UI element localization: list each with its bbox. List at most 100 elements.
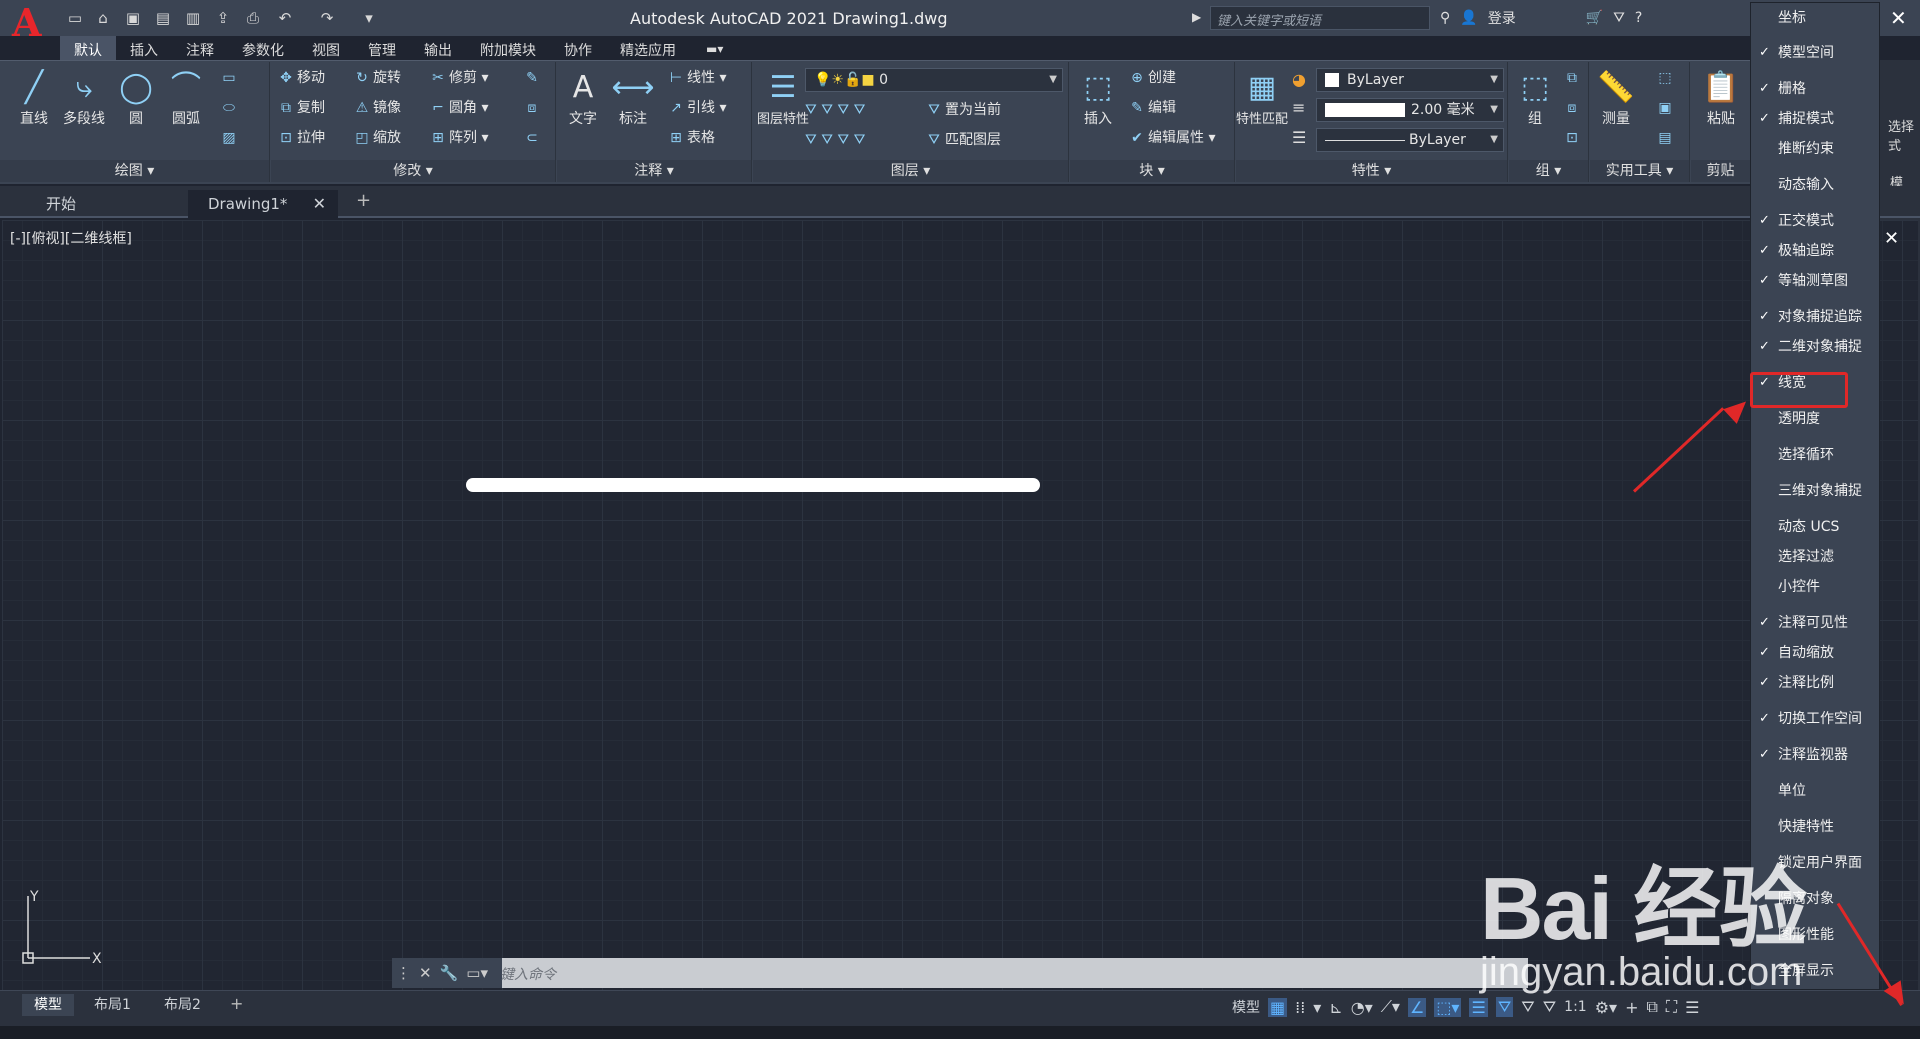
user-icon[interactable]: 👤 <box>1460 10 1477 26</box>
menu-item[interactable]: 推断约束 <box>1750 135 1880 163</box>
tab-drawing1[interactable]: Drawing1* ✕ <box>188 190 338 218</box>
web-save-icon[interactable]: ▥ <box>184 9 202 27</box>
chevron-down-icon[interactable]: ▾ <box>1313 998 1321 1017</box>
autodesk-a360-icon[interactable]: ⛛ <box>1613 10 1625 26</box>
search-icon[interactable]: ⚲ <box>1440 10 1450 26</box>
hatch-tool[interactable]: ▨ <box>218 126 240 150</box>
layer-dropdown[interactable]: 💡☀🔓■ 0 ▼ <box>805 68 1063 92</box>
edit-attributes-tool[interactable]: ✔ 编辑属性 ▾ <box>1126 126 1215 150</box>
menu-item[interactable]: ✓ 注释可见性 <box>1750 609 1880 637</box>
menu-item[interactable]: ✓ 切换工作空间 <box>1750 705 1880 733</box>
ribbon-minimize-icon[interactable]: ▬▾ <box>706 42 723 56</box>
dimension-tool[interactable]: ⟷ 标注 <box>607 68 659 128</box>
match-layer-tool[interactable]: ⛛ 匹配图层 <box>923 128 1001 152</box>
draw-panel-label[interactable]: 绘图 ▾ <box>0 160 269 182</box>
object-snap-tracking-icon[interactable]: ∠ <box>1407 997 1427 1017</box>
trim-tool[interactable]: ✂ 修剪 ▾ <box>427 66 488 90</box>
drawn-thick-line[interactable] <box>466 478 1040 492</box>
layers-panel-label[interactable]: 图层 ▾ <box>753 160 1068 182</box>
move-tool[interactable]: ✥ 移动 <box>275 66 325 90</box>
wrench-icon[interactable]: 🔧 <box>440 964 459 982</box>
share-icon[interactable]: ⇪ <box>214 9 232 27</box>
fillet-tool[interactable]: ⌐ 圆角 ▾ <box>427 96 488 120</box>
menu-item[interactable]: 动态输入 <box>1750 171 1880 199</box>
undo-icon[interactable]: ↶ <box>276 9 294 27</box>
cart-icon[interactable]: 🛒 <box>1586 10 1603 26</box>
grid-icon[interactable]: ▦ <box>1268 997 1288 1017</box>
polar-icon[interactable]: ◔▾ <box>1351 998 1373 1017</box>
annotation-panel-label[interactable]: 注释 ▾ <box>557 160 751 182</box>
lineweight-dropdown[interactable]: 2.00 毫米 ▼ <box>1316 98 1504 122</box>
insert-tool[interactable]: ⬚ 插入 <box>1072 68 1124 128</box>
ungroup-tool[interactable]: ⧉ <box>1561 66 1583 90</box>
menu-item[interactable]: ✓ 模型空间 <box>1750 39 1880 67</box>
rectangle-tool[interactable]: ▭ <box>218 66 240 90</box>
redo-icon[interactable]: ↷ <box>318 9 336 27</box>
linetype-dropdown[interactable]: ByLayer ▼ <box>1316 128 1504 152</box>
menu-item[interactable]: ✓ 二维对象捕捉 <box>1750 333 1880 361</box>
login-button[interactable]: 登录 <box>1488 8 1516 28</box>
autocad-logo[interactable]: A <box>12 4 50 42</box>
menu-item[interactable]: 透明度 <box>1750 405 1880 433</box>
offset-tool[interactable]: ⊂ <box>521 126 543 150</box>
circle-tool[interactable]: ◯ 圆 <box>110 68 162 128</box>
edit-block-tool[interactable]: ✎ 编辑 <box>1126 96 1176 120</box>
snap-icon[interactable]: ⁞⁞ <box>1295 998 1305 1017</box>
mirror-tool[interactable]: ⚠ 镜像 <box>351 96 401 120</box>
layer-properties-tool[interactable]: ☰ 图层特性 <box>757 68 809 127</box>
erase-tool[interactable]: ✎ <box>521 66 543 90</box>
ribbon-tab[interactable]: 精选应用 <box>606 36 690 60</box>
ribbon-tab[interactable]: 协作 <box>550 36 606 60</box>
ortho-icon[interactable]: ⊾ <box>1329 998 1342 1017</box>
layer-tools-row1[interactable]: ⛛ ⛛ ⛛ ⛛ <box>805 98 865 122</box>
array-tool[interactable]: ⊞ 阵列 ▾ <box>427 126 488 150</box>
tab-layout1[interactable]: 布局1 <box>82 994 143 1016</box>
menu-item[interactable]: ✓ 对象捕捉追踪 <box>1750 303 1880 331</box>
add-layout-icon[interactable]: + <box>230 994 243 1013</box>
ribbon-tab[interactable]: 管理 <box>354 36 410 60</box>
grip-icon[interactable]: ⋮ <box>396 964 411 982</box>
arc-tool[interactable]: ⌒ 圆弧 <box>160 68 212 128</box>
create-block-tool[interactable]: ⊕ 创建 <box>1126 66 1176 90</box>
command-input[interactable]: 键入命令 <box>500 964 556 984</box>
menu-item[interactable]: ✓ 等轴测草图 <box>1750 267 1880 295</box>
measure-tool[interactable]: 📏 测量 <box>1590 68 1642 128</box>
group-select-tool[interactable]: ⊡ <box>1561 126 1583 150</box>
menu-item[interactable]: 选择过滤 <box>1750 543 1880 571</box>
menu-item[interactable]: 动态 UCS <box>1750 513 1880 541</box>
scale-tool[interactable]: ◰ 缩放 <box>351 126 401 150</box>
rotate-tool[interactable]: ↻ 旋转 <box>351 66 401 90</box>
object-snap-icon[interactable]: ⬚▾ <box>1434 997 1462 1017</box>
clipboard-panel-label[interactable]: 剪贴 <box>1691 160 1750 182</box>
tab-layout2[interactable]: 布局2 <box>152 994 213 1016</box>
ribbon-tab[interactable]: 附加模块 <box>466 36 550 60</box>
model-space-button[interactable]: 模型 <box>1232 997 1260 1017</box>
text-tool[interactable]: A 文字 <box>557 68 609 128</box>
color-dropdown[interactable]: ByLayer ▼ <box>1316 68 1504 92</box>
close-icon[interactable]: ✕ <box>419 964 432 982</box>
new-tab-icon[interactable]: + <box>356 190 371 211</box>
leader-tool[interactable]: ↗ 引线 ▾ <box>665 96 726 120</box>
ribbon-tab[interactable]: 视图 <box>298 36 354 60</box>
search-input[interactable]: 键入关键字或短语 <box>1210 6 1430 30</box>
chevron-right-icon[interactable]: ▶ <box>1192 10 1201 24</box>
menu-item[interactable]: 三维对象捕捉 <box>1750 477 1880 505</box>
viewport-controls[interactable]: [-][俯视][二维线框] <box>10 228 132 248</box>
close-tab-icon[interactable]: ✕ <box>313 190 326 218</box>
utilities-panel-label[interactable]: 实用工具 ▾ <box>1590 160 1689 182</box>
ellipse-tool[interactable]: ⬭ <box>218 96 240 120</box>
customize-quick-access-icon[interactable]: ▾ <box>360 9 378 27</box>
block-panel-label[interactable]: 块 ▾ <box>1070 160 1234 182</box>
menu-item[interactable]: 小控件 <box>1750 573 1880 601</box>
command-line[interactable] <box>392 958 1528 988</box>
tab-model[interactable]: 模型 <box>22 994 74 1016</box>
menu-item[interactable]: ✓ 栅格 <box>1750 75 1880 103</box>
print-icon[interactable]: ⎙ <box>244 9 262 27</box>
help-icon[interactable]: ? <box>1635 10 1642 26</box>
menu-item[interactable]: 选择循环 <box>1750 441 1880 469</box>
linear-tool[interactable]: ⊢ 线性 ▾ <box>665 66 727 90</box>
save-as-icon[interactable]: ▤ <box>154 9 172 27</box>
table-tool[interactable]: ⊞ 表格 <box>665 126 715 150</box>
paste-tool[interactable]: 📋 粘贴 <box>1695 68 1747 128</box>
copy-tool[interactable]: ⧉ 复制 <box>275 96 325 120</box>
